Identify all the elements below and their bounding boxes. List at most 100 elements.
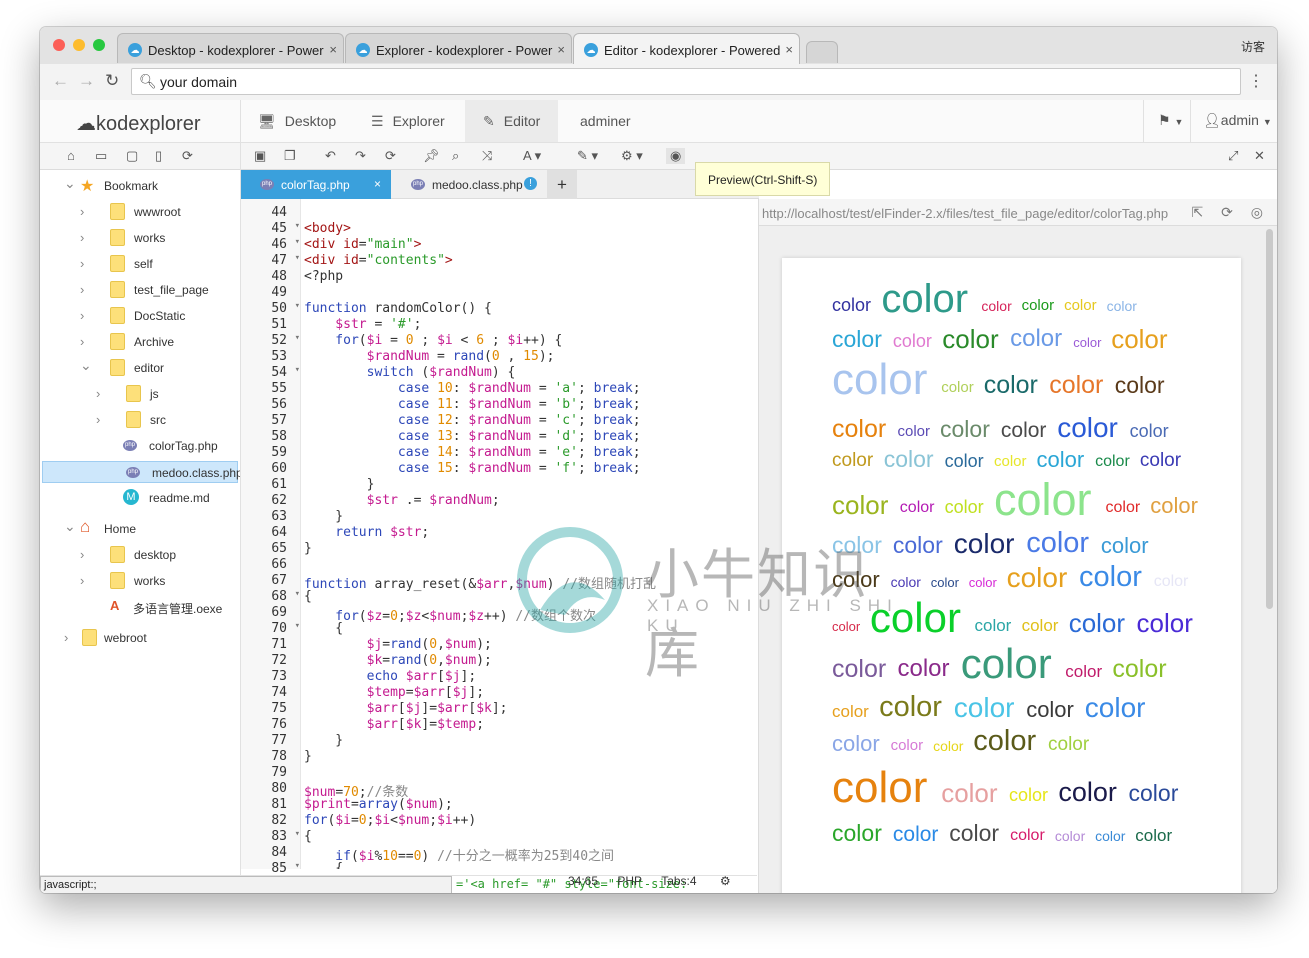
folder-icon[interactable]: ▢ <box>126 148 138 164</box>
fold-toggle-icon[interactable]: ▾ <box>295 621 300 631</box>
tree-item[interactable]: › test_file_page <box>40 279 240 301</box>
fold-toggle-icon[interactable]: ▾ <box>295 221 300 231</box>
settings-icon[interactable]: ⚙ ▾ <box>621 148 643 164</box>
expand-arrow-icon[interactable]: › <box>64 630 68 645</box>
tree-item[interactable]: › js <box>40 383 240 405</box>
fold-toggle-icon[interactable]: ▾ <box>295 301 300 311</box>
expand-arrow-icon[interactable]: › <box>80 573 84 588</box>
status-settings-icon[interactable]: ⚙ <box>720 874 731 888</box>
fold-toggle-icon[interactable]: ▾ <box>295 861 300 871</box>
new-tab-button[interactable] <box>806 41 838 63</box>
find-icon[interactable]: ⌕ <box>452 148 459 164</box>
tree-item[interactable]: ⌄ ⌂ Home <box>40 517 240 540</box>
nav-explorer[interactable]: ☰ Explorer <box>353 100 463 142</box>
tree-item[interactable]: › works <box>40 570 240 592</box>
back-arrow-icon[interactable]: ← <box>52 71 69 91</box>
fold-toggle-icon[interactable]: ▾ <box>295 589 300 599</box>
refresh-tree-icon[interactable]: ⟳ <box>182 148 193 164</box>
forward-arrow-icon[interactable]: → <box>78 71 95 91</box>
expand-arrow-icon[interactable]: › <box>80 282 84 297</box>
browser-tab-desktop[interactable]: ☁ Desktop - kodexplorer - Power × <box>117 33 344 63</box>
expand-arrow-icon[interactable]: › <box>80 230 84 245</box>
preview-eye-icon[interactable]: ◉ <box>666 148 686 164</box>
add-tab-button[interactable]: + <box>547 170 577 199</box>
expand-icon[interactable]: ⤢ <box>1228 148 1238 164</box>
expand-arrow-icon[interactable]: › <box>80 256 84 271</box>
tree-item[interactable]: › src <box>40 409 240 431</box>
tree-item[interactable]: A 多语言管理.oexe <box>40 596 240 618</box>
browser-tab-explorer[interactable]: ☁ Explorer - kodexplorer - Power × <box>345 33 572 63</box>
minimize-window-button[interactable] <box>73 39 85 51</box>
fold-toggle-icon[interactable]: ▾ <box>295 237 300 247</box>
preview-scrollbar[interactable] <box>1266 229 1273 609</box>
fold-toggle-icon[interactable]: ▾ <box>295 829 300 839</box>
color-tag-word: color <box>1026 527 1090 560</box>
tree-item[interactable]: php colorTag.php <box>40 435 240 457</box>
font-size-icon[interactable]: A ▾ <box>523 148 541 164</box>
expand-arrow-icon[interactable]: › <box>80 308 84 323</box>
expand-arrow-icon[interactable]: › <box>80 204 84 219</box>
nav-adminer[interactable]: adminer <box>562 100 649 142</box>
browser-menu-icon[interactable]: ⋮ <box>1248 71 1264 91</box>
hide-preview-icon[interactable]: ◎ <box>1251 204 1263 220</box>
pin-icon[interactable]: 📌︎ <box>423 148 440 164</box>
tree-item[interactable]: ⌄ editor <box>40 357 240 379</box>
url-input[interactable]: 🔍︎ your domain <box>131 68 1241 95</box>
tree-item[interactable]: › self <box>40 253 240 275</box>
shuffle-icon[interactable]: ⤨ <box>482 148 492 164</box>
nav-editor[interactable]: ✎ Editor <box>465 100 559 142</box>
collapse-arrow-icon[interactable]: ⌄ <box>64 175 76 192</box>
tab-close-icon[interactable]: × <box>785 42 793 57</box>
magic-wand-icon[interactable]: ✎ ▾ <box>577 148 598 164</box>
new-file-icon[interactable]: ▯ <box>155 148 162 164</box>
save-icon[interactable]: ▣ <box>254 148 266 164</box>
nav-desktop[interactable]: 🖥︎ Desktop <box>240 100 354 142</box>
tree-item-label: 多语言管理.oexe <box>133 602 223 616</box>
tree-item[interactable]: › works <box>40 227 240 249</box>
expand-arrow-icon[interactable]: › <box>96 412 100 427</box>
user-menu[interactable]: 👤︎admin ▼ <box>1190 100 1277 142</box>
preview-url[interactable]: http://localhost/test/elFinder-2.x/files… <box>762 206 1168 221</box>
expand-arrow-icon[interactable]: › <box>96 386 100 401</box>
reload-icon[interactable]: ↻ <box>105 71 119 91</box>
save-all-icon[interactable]: ❐ <box>284 148 296 164</box>
language-mode[interactable]: PHP <box>617 874 641 888</box>
collapse-arrow-icon[interactable]: ⌄ <box>80 357 92 374</box>
reload-file-icon[interactable]: ⟳ <box>385 148 396 164</box>
tree-item[interactable]: Mreadme.md <box>40 487 240 509</box>
editor-tab-colortag[interactable]: php colorTag.php × <box>241 170 391 199</box>
computer-icon[interactable]: ▭ <box>95 148 107 164</box>
close-window-button[interactable] <box>53 39 65 51</box>
tab-close-icon[interactable]: × <box>557 42 565 57</box>
code-editor[interactable]: <body> <div id="main"> <div id="contents">… <box>302 199 757 869</box>
close-panel-icon[interactable]: ✕ <box>1254 148 1265 164</box>
open-external-icon[interactable]: ⇱ <box>1192 204 1204 220</box>
tab-size[interactable]: Tabs:4 <box>661 874 696 888</box>
refresh-preview-icon[interactable]: ⟳ <box>1221 204 1233 220</box>
editor-tab-close-icon[interactable]: × <box>374 177 381 191</box>
tab-close-icon[interactable]: × <box>329 42 337 57</box>
tree-item[interactable]: › DocStatic <box>40 305 240 327</box>
collapse-arrow-icon[interactable]: ⌄ <box>64 518 76 535</box>
tree-item[interactable]: › webroot <box>40 627 240 649</box>
language-menu[interactable]: ⚑ ▼ <box>1143 100 1193 142</box>
fold-toggle-icon[interactable]: ▾ <box>295 253 300 263</box>
line-number: 45 ▾ <box>241 221 301 237</box>
tree-item[interactable]: php medoo.class.php <box>42 461 243 483</box>
tree-item[interactable]: › Archive <box>40 331 240 353</box>
maximize-window-button[interactable] <box>93 39 105 51</box>
editor-tab-medoo[interactable]: php medoo.class.php ! <box>392 170 547 199</box>
home-icon[interactable]: ⌂ <box>67 148 75 163</box>
app-logo[interactable]: ☁kodexplorer <box>76 111 201 136</box>
undo-icon[interactable]: ↶ <box>325 148 336 164</box>
redo-icon[interactable]: ↷ <box>355 148 366 164</box>
tree-item[interactable]: › wwwroot <box>40 201 240 223</box>
browser-tab-editor[interactable]: ☁ Editor - kodexplorer - Powered × <box>573 33 800 64</box>
tree-item[interactable]: ⌄ ★ Bookmark <box>40 175 240 197</box>
expand-arrow-icon[interactable]: › <box>80 334 84 349</box>
tree-item[interactable]: › desktop <box>40 544 240 566</box>
guest-profile-label[interactable]: 访客 <box>1241 38 1265 55</box>
expand-arrow-icon[interactable]: › <box>80 547 84 562</box>
fold-toggle-icon[interactable]: ▾ <box>295 333 300 343</box>
fold-toggle-icon[interactable]: ▾ <box>295 365 300 375</box>
